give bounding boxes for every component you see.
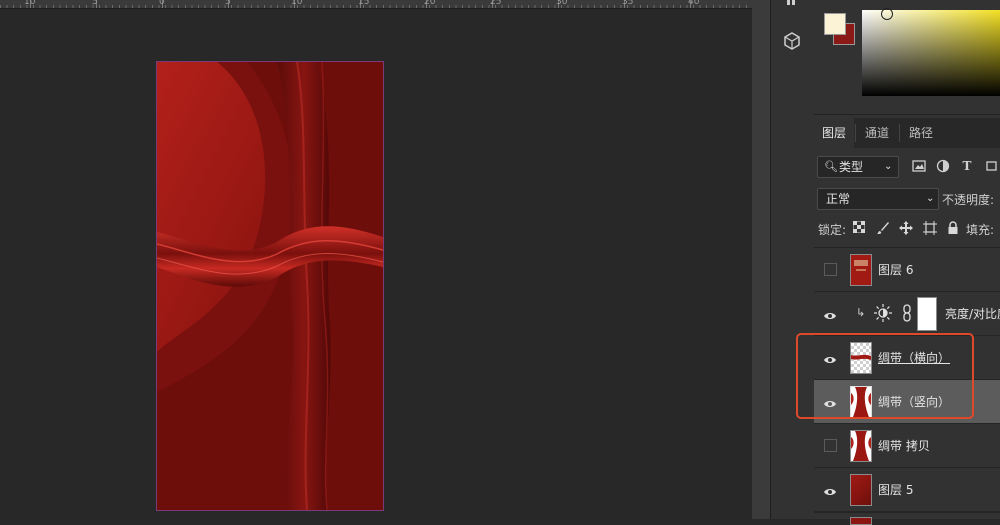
layer-name[interactable]: 图层 6: [878, 261, 913, 278]
blend-mode-select[interactable]: 正常 ⌄: [817, 188, 939, 210]
right-panel: 图层 通道 路径 🔍︎ 类型 ⌄ T 正常 ⌄ 不透明度: 锁定: 填充: 图层…: [814, 0, 1000, 525]
horizontal-ruler: 10 5 0 5 10 15 20 25 30 35 40: [0, 0, 752, 9]
type-filter-icon[interactable]: T: [960, 159, 974, 173]
lock-image-pixels-brush-icon[interactable]: [876, 221, 890, 235]
side-tool-strip: [770, 0, 815, 519]
shape-filter-icon[interactable]: [984, 159, 998, 173]
lock-label: 锁定:: [818, 223, 847, 237]
ruler-label: 35: [622, 0, 634, 7]
layer-thumbnail: [850, 474, 872, 506]
canvas-workspace[interactable]: [0, 9, 752, 519]
opacity-label: 不透明度:: [942, 193, 995, 207]
lock-artboard-icon[interactable]: [923, 221, 937, 235]
ruler-label: 0: [159, 0, 165, 7]
ruler-label: 15: [358, 0, 370, 7]
layer-row-layer6[interactable]: 图层 6: [814, 248, 1000, 292]
fill-label: 填充:: [966, 223, 995, 237]
color-picker-cursor[interactable]: [881, 8, 893, 20]
annotation-highlight-box: [796, 333, 974, 419]
layers-panel-tabs: 图层 通道 路径: [814, 118, 1000, 148]
tab-channels[interactable]: 通道: [856, 118, 898, 148]
visibility-toggle-off[interactable]: [824, 439, 837, 452]
chain-link-icon: [902, 304, 912, 326]
tab-paths[interactable]: 路径: [900, 118, 942, 148]
layer-row-partial[interactable]: [814, 512, 1000, 525]
filter-label: 类型: [839, 160, 864, 174]
layer-row-ribbon-copy[interactable]: 绸带 拷贝: [814, 424, 1000, 468]
layer-name[interactable]: 图层 5: [878, 481, 913, 498]
ruler-label: 25: [490, 0, 502, 7]
blend-row: 正常 ⌄ 不透明度:: [814, 187, 1000, 211]
lock-all-icon[interactable]: [946, 221, 960, 235]
lock-transparent-pixels-icon[interactable]: [852, 220, 866, 235]
blend-mode-value: 正常: [826, 192, 851, 206]
tab-layers[interactable]: 图层: [814, 118, 854, 148]
clipping-arrow-icon: ↳: [856, 306, 866, 319]
layer-mask-thumbnail: [917, 297, 937, 331]
red-silk-artwork: [157, 62, 383, 510]
ruler-minor-ticks: [0, 5, 752, 8]
document-canvas[interactable]: [156, 61, 384, 511]
layer-thumbnail: [850, 430, 872, 462]
lock-row: 锁定: 填充:: [814, 217, 1000, 241]
ruler-label: 5: [225, 0, 231, 7]
panel-divider[interactable]: [752, 0, 770, 519]
search-icon: 🔍︎: [824, 160, 838, 173]
lock-position-move-icon[interactable]: [899, 221, 913, 235]
visibility-toggle-off[interactable]: [824, 263, 837, 276]
layer-row-layer5[interactable]: 图层 5: [814, 468, 1000, 512]
layer-filter-select[interactable]: 🔍︎ 类型 ⌄: [817, 156, 899, 178]
foreground-color-swatch[interactable]: [824, 13, 846, 35]
brightness-contrast-icon: [874, 304, 892, 326]
ruler-label: 5: [92, 0, 98, 7]
layer-name[interactable]: 绸带 拷贝: [878, 437, 930, 454]
eye-icon[interactable]: [823, 483, 837, 495]
ruler-label: 40: [688, 0, 700, 7]
ruler-label: 10: [24, 0, 36, 7]
layer-thumbnail: [850, 517, 872, 525]
color-panel: [814, 0, 1000, 115]
layer-thumbnail: [850, 254, 872, 286]
cube-3d-icon[interactable]: [781, 30, 803, 52]
layer-row-brightness-contrast[interactable]: ↳ 亮度/对比度: [814, 292, 1000, 336]
chevron-down-icon: ⌄: [926, 193, 935, 204]
chevron-down-icon: ⌄: [884, 161, 893, 172]
color-picker-field[interactable]: [862, 8, 1000, 96]
layer-filter-row: 🔍︎ 类型 ⌄ T: [814, 155, 1000, 181]
layer-name[interactable]: 亮度/对比度: [945, 305, 1000, 322]
adjustment-filter-icon[interactable]: [936, 159, 950, 173]
ruler-label: 10: [291, 0, 303, 7]
tool-icon-top[interactable]: [781, 0, 803, 16]
ruler-label: 30: [556, 0, 568, 7]
eye-icon[interactable]: [823, 307, 837, 319]
ruler-label: 20: [424, 0, 436, 7]
image-filter-icon[interactable]: [912, 159, 926, 173]
